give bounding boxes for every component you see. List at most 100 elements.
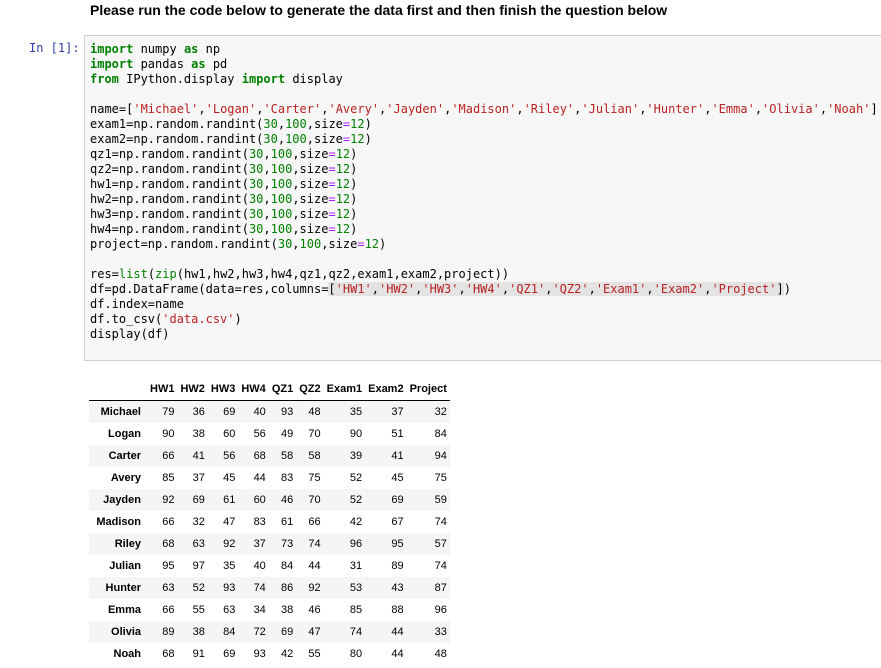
table-cell: 63 [223, 604, 236, 616]
table-cell: 44 [391, 626, 404, 638]
table-cell: 84 [434, 428, 447, 440]
table-row: Jayden 92 69 61 60 46 70 52 69 59 [89, 489, 450, 511]
assign-line: exam1=np.random.randint(30,100,size=12) [90, 117, 372, 131]
table-cell: 38 [192, 626, 205, 638]
assign-line: hw2=np.random.randint(30,100,size=12) [90, 192, 358, 206]
table-row: Emma 66 55 63 34 38 46 85 88 96 [89, 599, 450, 621]
table-cell: 45 [391, 472, 404, 484]
table-cell: 90 [349, 428, 363, 440]
table-cell: 67 [391, 516, 404, 528]
table-cell: 87 [434, 582, 447, 594]
table-cell: 47 [223, 516, 236, 528]
kw-import: import [90, 57, 134, 71]
table-cell: 48 [434, 648, 447, 660]
rand-size: 12 [364, 237, 380, 251]
table-row: Olivia 89 38 84 72 69 47 74 44 33 [89, 621, 450, 643]
comma: , [458, 282, 466, 296]
table-cell: 93 [223, 582, 236, 594]
table-cell: 47 [308, 626, 321, 638]
kw-import: import [241, 72, 286, 86]
table-cell: 74 [349, 626, 363, 638]
row-index: Avery [110, 472, 141, 484]
table-row: Carter 66 41 56 68 58 58 39 41 94 [89, 445, 450, 467]
table-cell: 75 [308, 472, 321, 484]
table-cell: 69 [223, 406, 236, 418]
table-cell: 60 [253, 494, 266, 506]
table-cell: 72 [253, 626, 266, 638]
table-cell: 46 [308, 604, 321, 616]
name-string: 'Michael' [133, 102, 199, 116]
column-string: 'HW2' [379, 282, 416, 296]
rand-high: 100 [270, 147, 293, 161]
table-cell: 93 [253, 648, 266, 660]
table-cell: 59 [434, 494, 447, 506]
rand-high: 100 [270, 177, 293, 191]
rand-low: 30 [248, 177, 264, 191]
table-cell: 66 [308, 516, 321, 528]
table-cell: 92 [308, 582, 321, 594]
table-cell: 41 [192, 450, 205, 462]
name-string: 'Julian' [581, 102, 640, 116]
rand-high: 100 [270, 192, 293, 206]
res-line: res=list(zip(hw1,hw2,hw3,hw4,qz1,qz2,exa… [90, 267, 510, 281]
table-cell: 52 [349, 494, 363, 506]
comma: , [501, 282, 510, 296]
dataframe-output: HW1 HW2 HW3 HW4 QZ1 QZ2 Exam1 Exam2 Project Mich… [89, 378, 450, 665]
rand-high: 100 [270, 222, 293, 236]
table-cell: 68 [253, 450, 266, 462]
table-cell: 60 [223, 428, 236, 440]
module-name: numpy [133, 42, 184, 56]
table-row: Riley 68 63 92 37 73 74 96 95 57 [89, 533, 450, 555]
code-cell[interactable]: import numpy as np import pandas as pd f… [84, 35, 881, 361]
table-cell: 63 [192, 538, 205, 550]
table-cell: 35 [223, 560, 236, 572]
table-cell: 92 [223, 538, 236, 550]
table-cell: 68 [162, 538, 175, 550]
column-header: Project [406, 378, 450, 401]
rand-size: 12 [335, 192, 351, 206]
table-cell: 56 [253, 428, 266, 440]
table-row: Noah 68 91 69 93 42 55 80 44 48 [89, 643, 450, 665]
index-header [89, 378, 147, 401]
table-cell: 55 [192, 604, 205, 616]
row-index: Logan [108, 428, 141, 440]
table-cell: 51 [391, 428, 404, 440]
table-cell: 37 [253, 538, 266, 550]
table-cell: 42 [349, 516, 363, 528]
column-string: 'HW4' [465, 282, 502, 296]
assign-lines: exam1=np.random.randint(30,100,size=12) … [90, 117, 386, 251]
column-string: 'Exam2' [653, 282, 705, 296]
rand-high: 100 [299, 237, 322, 251]
table-cell: 94 [434, 450, 447, 462]
operator: = [328, 192, 336, 206]
operator: = [328, 207, 336, 221]
name-string: 'Emma' [711, 102, 755, 116]
code-editor[interactable]: import numpy as np import pandas as pd f… [90, 42, 878, 342]
operator: = [328, 177, 336, 191]
table-cell: 52 [192, 582, 205, 594]
table-cell: 85 [349, 604, 363, 616]
rand-low: 30 [277, 237, 293, 251]
table-cell: 41 [391, 450, 404, 462]
comma: , [646, 282, 654, 296]
table-cell: 61 [280, 516, 294, 528]
column-header: QZ1 [268, 378, 297, 401]
operator: = [328, 162, 336, 176]
table-cell: 33 [434, 626, 447, 638]
column-header: QZ2 [296, 378, 324, 401]
alias: np [198, 42, 221, 56]
table-cell: 84 [280, 560, 294, 572]
import-name: display [285, 72, 343, 86]
table-cell: 42 [280, 648, 294, 660]
table-cell: 73 [280, 538, 294, 550]
display-line: display(df) [90, 327, 170, 341]
table-cell: 92 [162, 494, 175, 506]
kw-as: as [191, 57, 206, 71]
names-line: name=['Michael','Logan','Carter','Avery'… [90, 102, 878, 116]
table-row: Julian 95 97 35 40 84 44 31 89 74 [89, 555, 450, 577]
assign-line: exam2=np.random.randint(30,100,size=12) [90, 132, 372, 146]
csv-line: df.to_csv('data.csv') [90, 312, 242, 326]
table-cell: 40 [253, 406, 266, 418]
module-name: pandas [133, 57, 192, 71]
table-cell: 46 [280, 494, 294, 506]
